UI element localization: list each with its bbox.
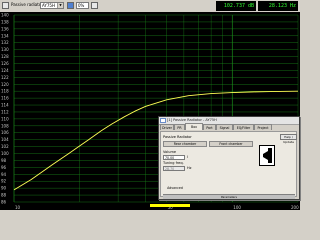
y-tick-label: 86 [1, 200, 7, 205]
y-tick-label: 110 [1, 116, 9, 121]
driver-select-value: AY75H [42, 3, 55, 8]
zoom-select[interactable]: 0% [76, 2, 89, 9]
y-tick-label: 134 [1, 33, 9, 38]
tuning-field[interactable]: 28.70 [163, 166, 185, 171]
y-tick-label: 96 [1, 165, 7, 170]
window-icon[interactable] [2, 2, 9, 9]
tuning-label: Tuning freq. [163, 161, 184, 165]
chevron-down-icon: ▼ [57, 3, 63, 8]
x-tick-label: 200 [291, 205, 299, 210]
y-tick-label: 130 [1, 47, 9, 52]
y-tick-label: 106 [1, 130, 9, 135]
y-tick-label: 88 [1, 193, 7, 198]
tab-signal[interactable]: Signal [216, 124, 233, 130]
tab-driver[interactable]: Driver [160, 124, 174, 130]
y-tick-label: 100 [1, 151, 9, 156]
frequency-marker [150, 204, 190, 207]
y-tick-label: 112 [1, 109, 9, 114]
tab-rear-chamber[interactable]: Rear chamber [163, 141, 207, 147]
y-tick-label: 140 [1, 13, 9, 18]
tab-project[interactable]: Project [254, 124, 272, 130]
volume-field[interactable]: 70.00 [163, 155, 185, 160]
tab-eq-filter[interactable]: EQ/Filter [233, 124, 254, 130]
zoom-value: 0% [78, 3, 85, 8]
dialog-title: [1] Passive Radiator - AY75H [167, 118, 217, 122]
y-tick-label: 102 [1, 144, 9, 149]
y-tick-label: 124 [1, 68, 9, 73]
passive-radiator-label: Passive radiator [11, 2, 43, 7]
x-tick-label: 100 [233, 205, 241, 210]
section-label: Passive Radiator [163, 135, 192, 139]
dialog-tabs: Driver PR Box Port Signal EQ/Filter Proj… [160, 123, 298, 131]
frequency-readout: 28.123 Hz [258, 1, 298, 11]
zoom-icon[interactable] [67, 2, 74, 9]
options-icon[interactable] [91, 2, 98, 9]
y-tick-label: 116 [1, 96, 9, 101]
y-tick-label: 98 [1, 158, 7, 163]
help-update-button[interactable]: Help / Update [280, 134, 297, 144]
y-tick-label: 94 [1, 172, 7, 177]
volume-unit: l [187, 155, 188, 159]
y-tick-label: 118 [1, 89, 9, 94]
y-tick-label: 132 [1, 40, 9, 45]
volume-label: Volume [163, 150, 177, 154]
tab-box[interactable]: Box [185, 123, 203, 130]
y-tick-label: 120 [1, 82, 9, 87]
y-tick-label: 136 [1, 26, 9, 31]
y-tick-label: 138 [1, 19, 9, 24]
y-tick-label: 104 [1, 137, 9, 142]
y-tick-label: 92 [1, 179, 7, 184]
x-tick-label: 10 [15, 205, 21, 210]
app-icon [160, 118, 166, 123]
spl-readout: 102.737 dB [216, 1, 256, 11]
driver-select[interactable]: AY75H ▼ [40, 2, 64, 9]
tab-front-chamber[interactable]: Front chamber [209, 141, 253, 147]
y-tick-label: 108 [1, 123, 9, 128]
y-tick-label: 126 [1, 61, 9, 66]
y-tick-label: 128 [1, 54, 9, 59]
passive-radiator-dialog: [1] Passive Radiator - AY75H Driver PR B… [158, 116, 300, 200]
y-tick-label: 90 [1, 186, 7, 191]
tab-pr[interactable]: PR [174, 124, 185, 130]
tuning-unit: Hz [187, 166, 192, 170]
tab-port[interactable]: Port [203, 124, 216, 130]
advanced-button[interactable]: Advanced [163, 185, 187, 191]
speaker-diagram [259, 145, 275, 166]
y-tick-label: 114 [1, 103, 9, 108]
y-tick-label: 122 [1, 75, 9, 80]
parameters-button[interactable]: Parameters [163, 194, 295, 199]
speaker-icon [263, 148, 272, 163]
